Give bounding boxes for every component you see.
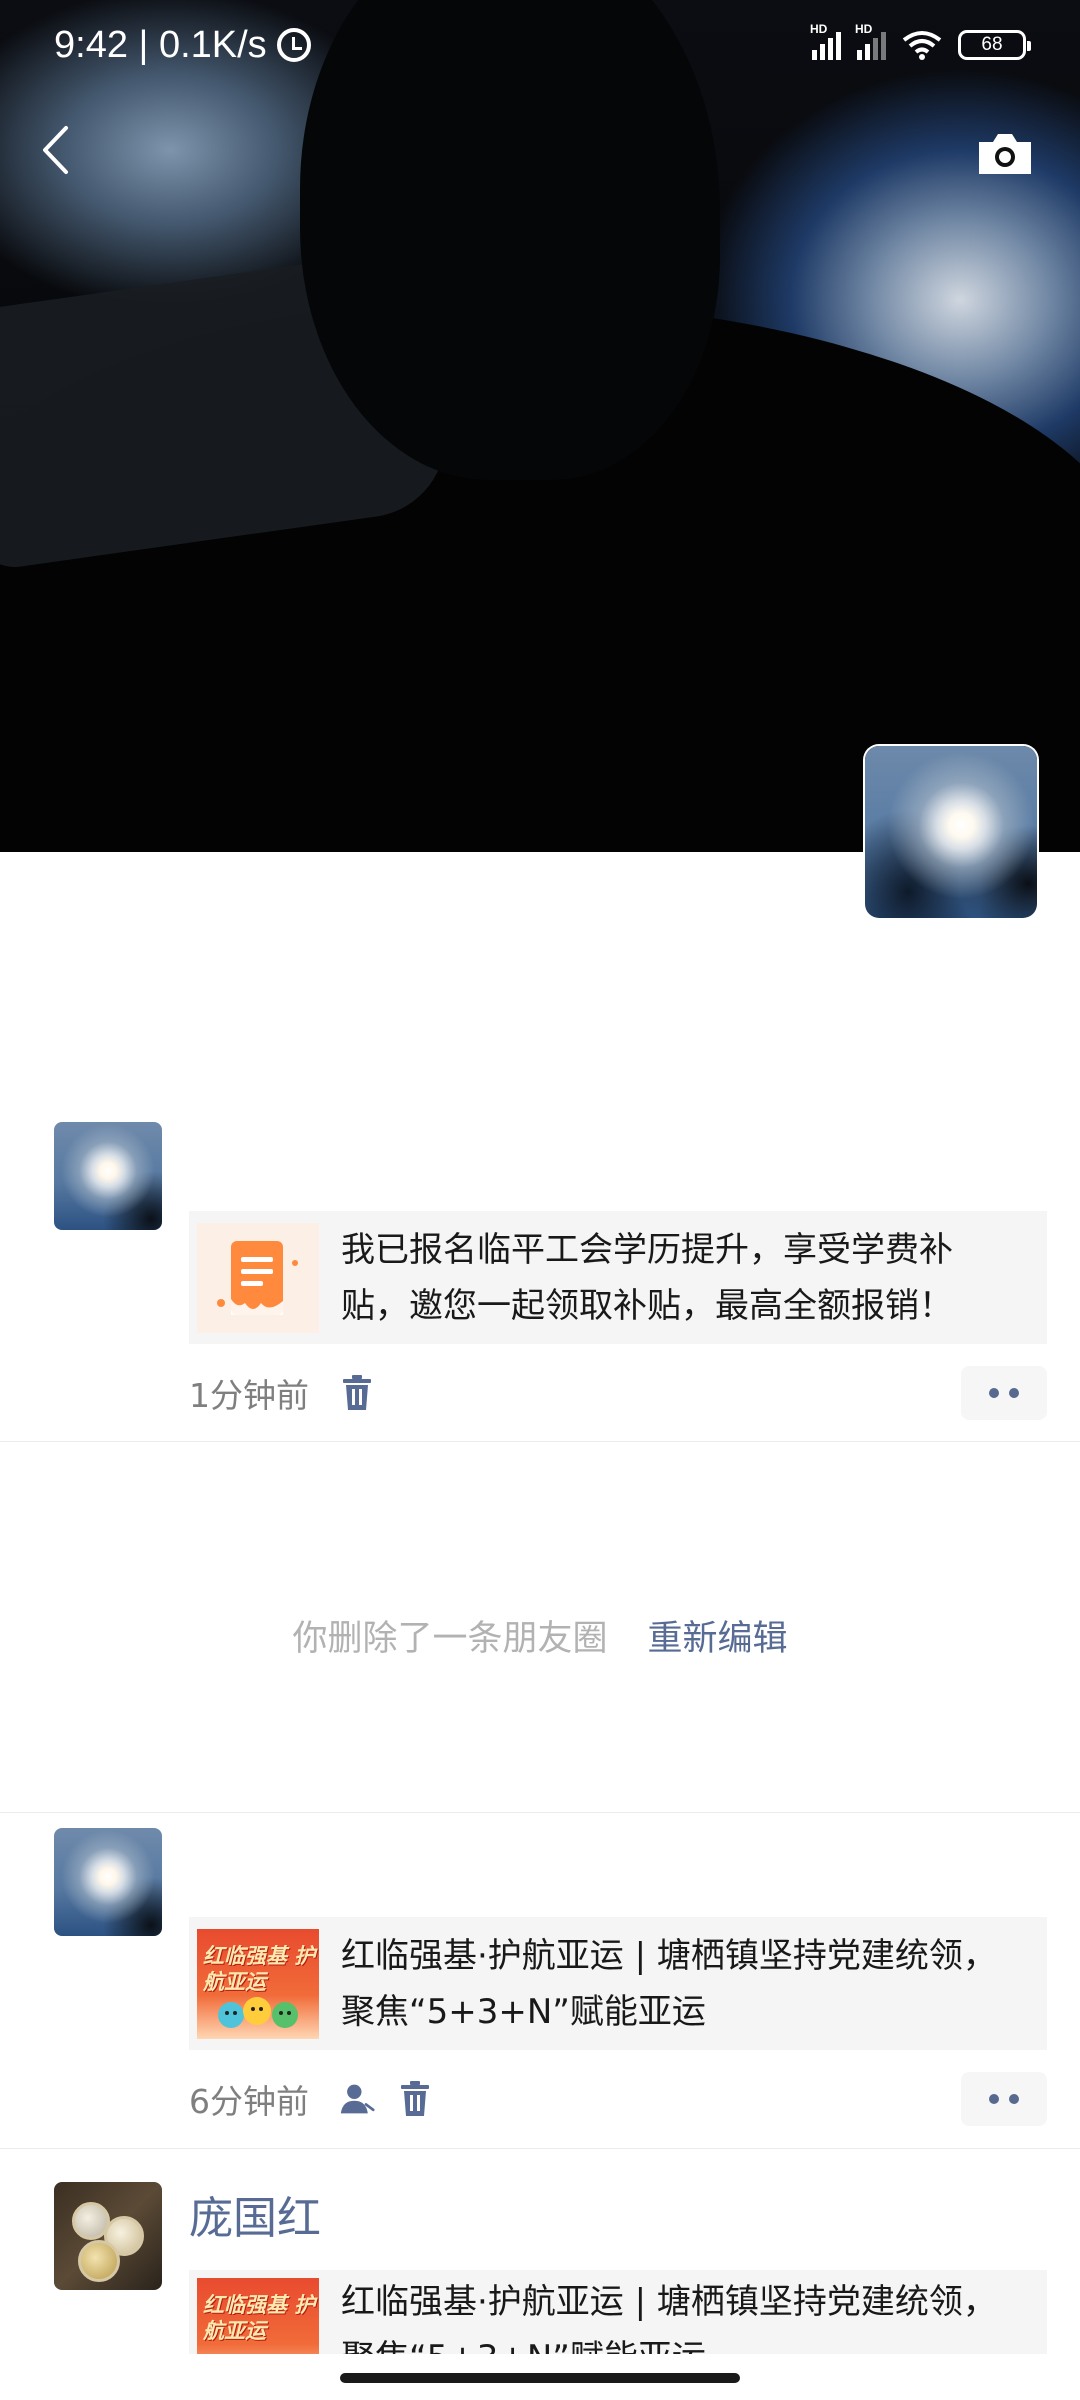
camera-button[interactable] xyxy=(975,130,1035,178)
alarm-icon xyxy=(276,28,311,62)
signal-hd-label-2: HD xyxy=(855,22,873,36)
wifi-icon xyxy=(902,31,942,60)
status-bar: 9:42 | 0.1K/s HD HD 68 xyxy=(0,0,1080,90)
poster-thumbnail: 红临强基 护航亚运 xyxy=(197,2278,319,2354)
back-button[interactable] xyxy=(30,120,80,180)
delete-button[interactable] xyxy=(397,2079,433,2119)
deleted-message: 你删除了一条朋友圈 xyxy=(292,1619,608,1659)
trash-icon xyxy=(343,1375,371,1410)
link-card[interactable]: 红临强基 护航亚运 红临强基·护航亚运 | 塘栖镇坚持党建统领，聚焦“5+3+N… xyxy=(189,1917,1047,2050)
more-dot xyxy=(1009,2094,1019,2104)
link-title: 红临强基·护航亚运 | 塘栖镇坚持党建统领，聚焦“5+3+N”赋能亚运 xyxy=(341,2282,997,2354)
friend-avatar[interactable] xyxy=(54,2182,162,2290)
document-thumbnail xyxy=(197,1222,319,1333)
home-indicator[interactable] xyxy=(340,2373,740,2383)
cover-image[interactable] xyxy=(0,0,1080,852)
mascot-illustration xyxy=(218,1996,298,2028)
chevron-left-icon xyxy=(43,126,68,174)
divider xyxy=(0,2148,1080,2149)
contact-icon xyxy=(340,2084,375,2114)
post-meta: 6分钟前 xyxy=(189,2072,1047,2126)
battery-level: 68 xyxy=(981,34,1003,55)
trash-icon xyxy=(401,2081,429,2116)
poster-title: 红临强基 护航亚运 xyxy=(203,2292,316,2343)
post-meta: 1分钟前 xyxy=(189,1366,1047,1420)
divider xyxy=(0,1441,1080,1442)
link-card[interactable]: 红临强基 护航亚运 红临强基·护航亚运 | 塘栖镇坚持党建统领，聚焦“5+3+N… xyxy=(189,2270,1047,2354)
more-dot xyxy=(989,2094,999,2104)
divider xyxy=(0,1812,1080,1813)
link-card[interactable]: 我已报名临平工会学历提升，享受学费补贴，邀您一起领取补贴，最高全额报销！ xyxy=(189,1211,1047,1344)
link-title: 我已报名临平工会学历提升，享受学费补贴，邀您一起领取补贴，最高全额报销！ xyxy=(341,1229,953,1326)
post-time: 1分钟前 xyxy=(189,1376,309,1415)
post-time: 6分钟前 xyxy=(189,2082,309,2121)
post-avatar[interactable] xyxy=(54,1828,162,1936)
friend-nickname[interactable]: 庞国红 xyxy=(189,2182,321,2246)
profile-avatar[interactable] xyxy=(865,746,1037,918)
visibility-button[interactable] xyxy=(339,2079,375,2119)
more-button[interactable] xyxy=(961,1366,1047,1420)
more-dot xyxy=(1009,1388,1019,1398)
re-edit-link[interactable]: 重新编辑 xyxy=(648,1619,788,1659)
coin-image xyxy=(78,2240,120,2282)
camera-icon xyxy=(979,134,1031,174)
battery-indicator: 68 xyxy=(958,30,1031,60)
signal-icon-2: HD xyxy=(855,22,886,60)
signal-hd-label: HD xyxy=(810,22,828,36)
more-button[interactable] xyxy=(961,2072,1047,2126)
delete-button[interactable] xyxy=(339,1373,375,1413)
link-title: 红临强基·护航亚运 | 塘栖镇坚持党建统领，聚焦“5+3+N”赋能亚运 xyxy=(341,1935,997,2032)
post-avatar[interactable] xyxy=(54,1122,162,1230)
signal-icon: HD xyxy=(810,22,841,60)
deleted-notice: 你删除了一条朋友圈 重新编辑 xyxy=(0,1610,1080,1661)
poster-thumbnail: 红临强基 护航亚运 xyxy=(197,1928,319,2039)
more-dot xyxy=(989,1388,999,1398)
document-icon xyxy=(217,1240,298,1315)
status-time: 9:42 | 0.1K/s xyxy=(54,23,267,66)
